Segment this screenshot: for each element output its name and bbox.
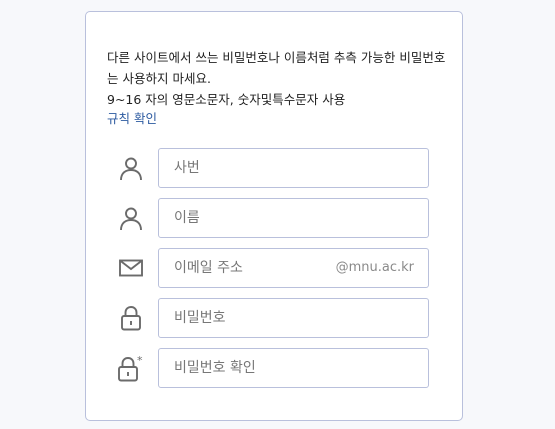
email-input[interactable]: 이메일 주소 @mnu.ac.kr [158, 248, 429, 288]
password-placeholder: 비밀번호 [174, 310, 226, 326]
password-confirm-input[interactable]: 비밀번호 확인 [158, 348, 429, 388]
name-row: 이름 [86, 198, 464, 238]
user-icon [117, 204, 145, 232]
rule-check-link[interactable]: 규칙 확인 [107, 108, 157, 129]
password-guideline: 다른 사이트에서 쓰는 비밀번호나 이름처럼 추측 가능한 비밀번호는 사용하지… [107, 47, 452, 110]
name-placeholder: 이름 [174, 210, 200, 226]
password-requirement-text: 9~16 자의 영문소문자, 숫자및특수문자 사용 [107, 92, 346, 107]
email-row: 이메일 주소 @mnu.ac.kr [86, 248, 464, 288]
email-placeholder: 이메일 주소 [174, 260, 243, 276]
email-domain-suffix: @mnu.ac.kr [335, 260, 414, 275]
lock-asterisk-icon: * [117, 354, 145, 382]
password-warning-text: 다른 사이트에서 쓰는 비밀번호나 이름처럼 추측 가능한 비밀번호는 사용하지… [107, 50, 446, 86]
student-id-placeholder: 사번 [174, 160, 200, 176]
password-row: 비밀번호 [86, 298, 464, 338]
student-id-input[interactable]: 사번 [158, 148, 429, 188]
signup-form-card: 다른 사이트에서 쓰는 비밀번호나 이름처럼 추측 가능한 비밀번호는 사용하지… [85, 11, 463, 421]
password-confirm-row: * 비밀번호 확인 [86, 348, 464, 388]
envelope-icon [117, 254, 145, 282]
lock-icon [117, 304, 145, 332]
password-input[interactable]: 비밀번호 [158, 298, 429, 338]
password-confirm-placeholder: 비밀번호 확인 [174, 360, 256, 376]
student-id-row: 사번 [86, 148, 464, 188]
user-icon [117, 154, 145, 182]
name-input[interactable]: 이름 [158, 198, 429, 238]
svg-text:*: * [137, 354, 143, 367]
